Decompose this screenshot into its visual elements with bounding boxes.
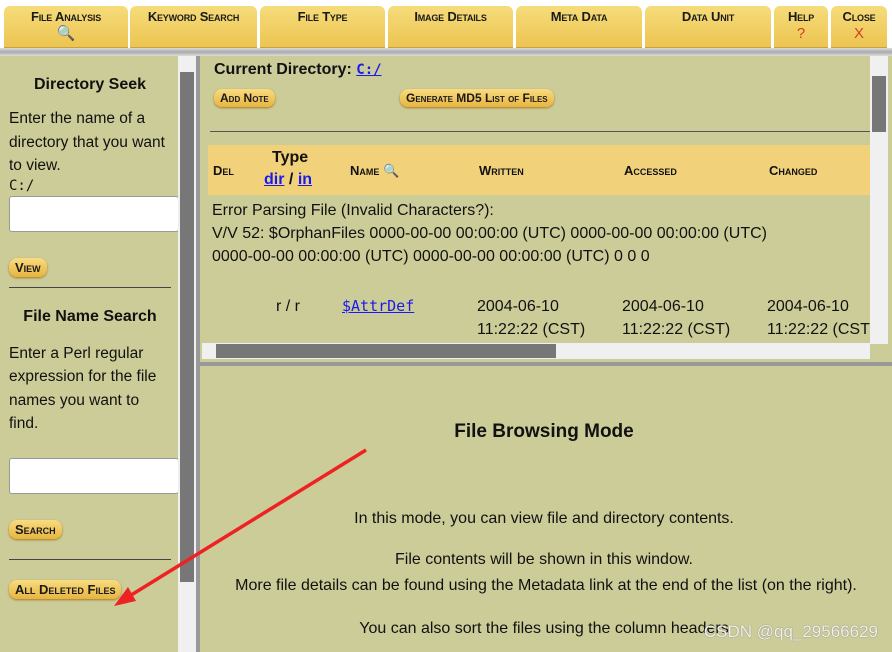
red-arrow-annotation xyxy=(114,448,367,606)
watermark: CSDN @qq_29566629 xyxy=(703,622,878,641)
